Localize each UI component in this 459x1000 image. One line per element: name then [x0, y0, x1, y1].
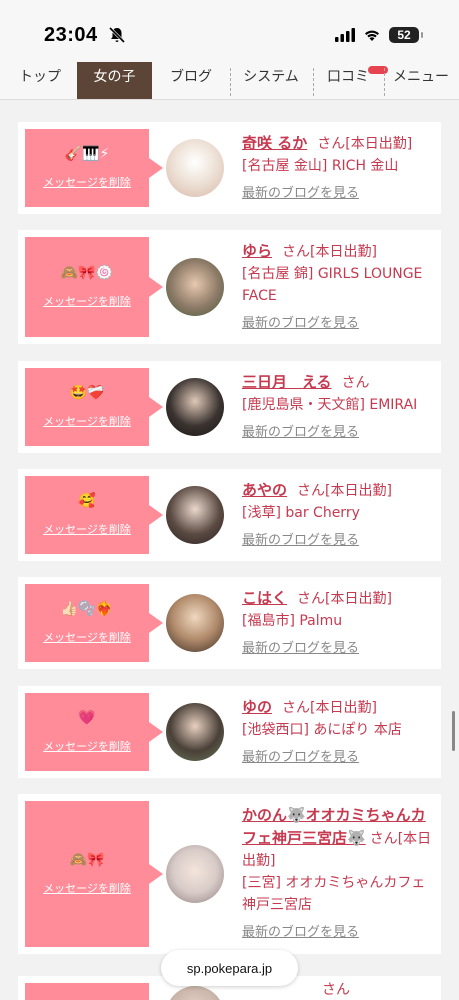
nav-top[interactable]: トップ: [10, 62, 70, 99]
message-emoji: 💗: [78, 710, 96, 726]
girl-name-link[interactable]: あやの: [242, 481, 287, 499]
delete-message-link[interactable]: メッセージを削除: [43, 880, 131, 896]
shop-name: [浅草] bar Cherry: [242, 505, 360, 521]
girl-info: こはく さん[本日出勤] [福島市] Palmu 最新のブログを見る: [242, 587, 433, 660]
shop-name: [名古屋 金山] RICH 金山: [242, 158, 399, 174]
nav-girls[interactable]: 女の子: [77, 62, 152, 99]
list-item[interactable]: 🤩❤️‍🩹 メッセージを削除 三日月 える さん [鹿児島県・天文館] EMIRA…: [18, 361, 441, 453]
nav-divider: [230, 68, 231, 96]
list-item[interactable]: 🎸🎹⚡ メッセージを削除 奇咲 るか さん[本日出勤] [名古屋 金山] RICH…: [18, 122, 441, 214]
girl-name-link[interactable]: ゆら: [242, 242, 272, 260]
avatar[interactable]: [166, 378, 224, 436]
message-emoji: 🥰: [78, 493, 96, 509]
message-emoji: 🤩❤️‍🩹: [69, 385, 105, 401]
nav-divider: [313, 68, 314, 96]
message-box: 🙈🎀 メッセージを削除: [25, 801, 163, 947]
list-item[interactable]: 🙈🎀🍥 メッセージを削除 ゆら さん[本日出勤] [名古屋 錦] GIRLS LO…: [18, 230, 441, 344]
message-box: 🙈🎀🍥 メッセージを削除: [25, 237, 163, 337]
url-bar[interactable]: sp.pokepara.jp: [161, 950, 298, 986]
message-emoji: 🙈🎀🍥: [60, 265, 114, 281]
blog-link[interactable]: 最新のブログを見る: [242, 922, 433, 944]
blog-link[interactable]: 最新のブログを見る: [242, 747, 433, 769]
message-box: 🎸🎹⚡ メッセージを削除: [25, 129, 163, 207]
girl-name-link[interactable]: ゆの: [242, 698, 272, 716]
message-box: [25, 983, 149, 1000]
work-status: [本日出勤]: [325, 591, 392, 607]
delete-message-link[interactable]: メッセージを削除: [43, 738, 131, 754]
list-item[interactable]: 💗 メッセージを削除 ゆの さん[本日出勤] [池袋西口] あにぽり 本店 最新の…: [18, 686, 441, 778]
battery-icon: 52: [389, 27, 423, 43]
blog-link[interactable]: 最新のブログを見る: [242, 313, 433, 335]
bell-off-icon: [108, 26, 126, 44]
girl-info: ゆら さん[本日出勤] [名古屋 錦] GIRLS LOUNGE FACE 最新の…: [242, 240, 433, 335]
girl-info: 奇咲 るか さん[本日出勤] [名古屋 金山] RICH 金山 最新のブログを見る: [242, 132, 433, 205]
status-time: 23:04: [44, 24, 98, 46]
reviews-badge: [368, 66, 388, 74]
wifi-icon: [365, 30, 379, 41]
status-bar: 23:04 52: [0, 0, 459, 62]
girl-info: あやの さん[本日出勤] [浅草] bar Cherry 最新のブログを見る: [242, 479, 433, 552]
shop-name: [三宮] オオカミちゃんカフェ神戸三宮店: [242, 875, 426, 913]
status-icons: 52: [335, 27, 423, 43]
delete-message-link[interactable]: メッセージを削除: [43, 413, 131, 429]
avatar[interactable]: [166, 258, 224, 316]
blog-link[interactable]: 最新のブログを見る: [242, 638, 433, 660]
work-status: [本日出勤]: [310, 700, 377, 716]
message-emoji: 🎸🎹⚡: [64, 146, 110, 162]
delete-message-link[interactable]: メッセージを削除: [43, 174, 131, 190]
avatar[interactable]: [166, 703, 224, 761]
delete-message-link[interactable]: メッセージを削除: [43, 521, 131, 537]
work-status: [本日出勤]: [345, 136, 413, 152]
nav-system[interactable]: システム: [236, 62, 306, 99]
nav-divider: [384, 68, 385, 96]
avatar[interactable]: [166, 139, 224, 197]
shop-name: [池袋西口] あにぽり 本店: [242, 722, 402, 738]
avatar[interactable]: [166, 486, 224, 544]
message-box: 👍🏻🫧❤️‍🔥 メッセージを削除: [25, 584, 163, 662]
girl-name-link[interactable]: 三日月 える: [242, 373, 332, 391]
girl-info: かのん🐺オオカミちゃんカフェ神戸三宮店🐺 さん[本日出勤] [三宮] オオカミちゃ…: [242, 804, 433, 944]
shop-name: [福島市] Palmu: [242, 613, 343, 629]
message-emoji: 👍🏻🫧❤️‍🔥: [60, 601, 114, 617]
cellular-signal-icon: [335, 28, 355, 42]
blog-link[interactable]: 最新のブログを見る: [242, 422, 433, 444]
message-box: 💗 メッセージを削除: [25, 693, 163, 771]
work-status: [本日出勤]: [325, 483, 392, 499]
message-box: 🤩❤️‍🩹 メッセージを削除: [25, 368, 163, 446]
work-status: [本日出勤]: [310, 244, 377, 260]
avatar[interactable]: [166, 594, 224, 652]
girl-info: ゆの さん[本日出勤] [池袋西口] あにぽり 本店 最新のブログを見る: [242, 696, 433, 769]
message-emoji: 🙈🎀: [69, 852, 105, 868]
girl-info: 三日月 える さん [鹿児島県・天文館] EMIRAI 最新のブログを見る: [242, 371, 433, 444]
girl-name-link[interactable]: 奇咲 るか: [242, 134, 307, 152]
list-item[interactable]: 🙈🎀 メッセージを削除 かのん🐺オオカミちゃんカフェ神戸三宮店🐺 さん[本日出勤]…: [18, 794, 441, 954]
message-list: 🎸🎹⚡ メッセージを削除 奇咲 るか さん[本日出勤] [名古屋 金山] RICH…: [0, 100, 459, 1000]
list-item[interactable]: 🥰 メッセージを削除 あやの さん[本日出勤] [浅草] bar Cherry 最…: [18, 469, 441, 561]
blog-link[interactable]: 最新のブログを見る: [242, 183, 433, 205]
nav-blog[interactable]: ブログ: [160, 62, 222, 99]
blog-link[interactable]: 最新のブログを見る: [242, 530, 433, 552]
shop-name: [名古屋 錦] GIRLS LOUNGE FACE: [242, 266, 423, 304]
nav-bar: トップ 女の子 ブログ システム 口コミ メニュー: [0, 62, 459, 100]
nav-menu[interactable]: メニュー: [390, 62, 452, 99]
delete-message-link[interactable]: メッセージを削除: [43, 293, 131, 309]
delete-message-link[interactable]: メッセージを削除: [43, 629, 131, 645]
shop-name: [鹿児島県・天文館] EMIRAI: [242, 397, 418, 413]
scrollbar[interactable]: [452, 711, 455, 751]
message-box: 🥰 メッセージを削除: [25, 476, 163, 554]
avatar[interactable]: [166, 986, 224, 1000]
avatar[interactable]: [166, 845, 224, 903]
nav-reviews[interactable]: 口コミ: [320, 62, 388, 99]
girl-name-link[interactable]: こはく: [242, 589, 287, 607]
list-item[interactable]: 👍🏻🫧❤️‍🔥 メッセージを削除 こはく さん[本日出勤] [福島市] Palmu…: [18, 577, 441, 669]
